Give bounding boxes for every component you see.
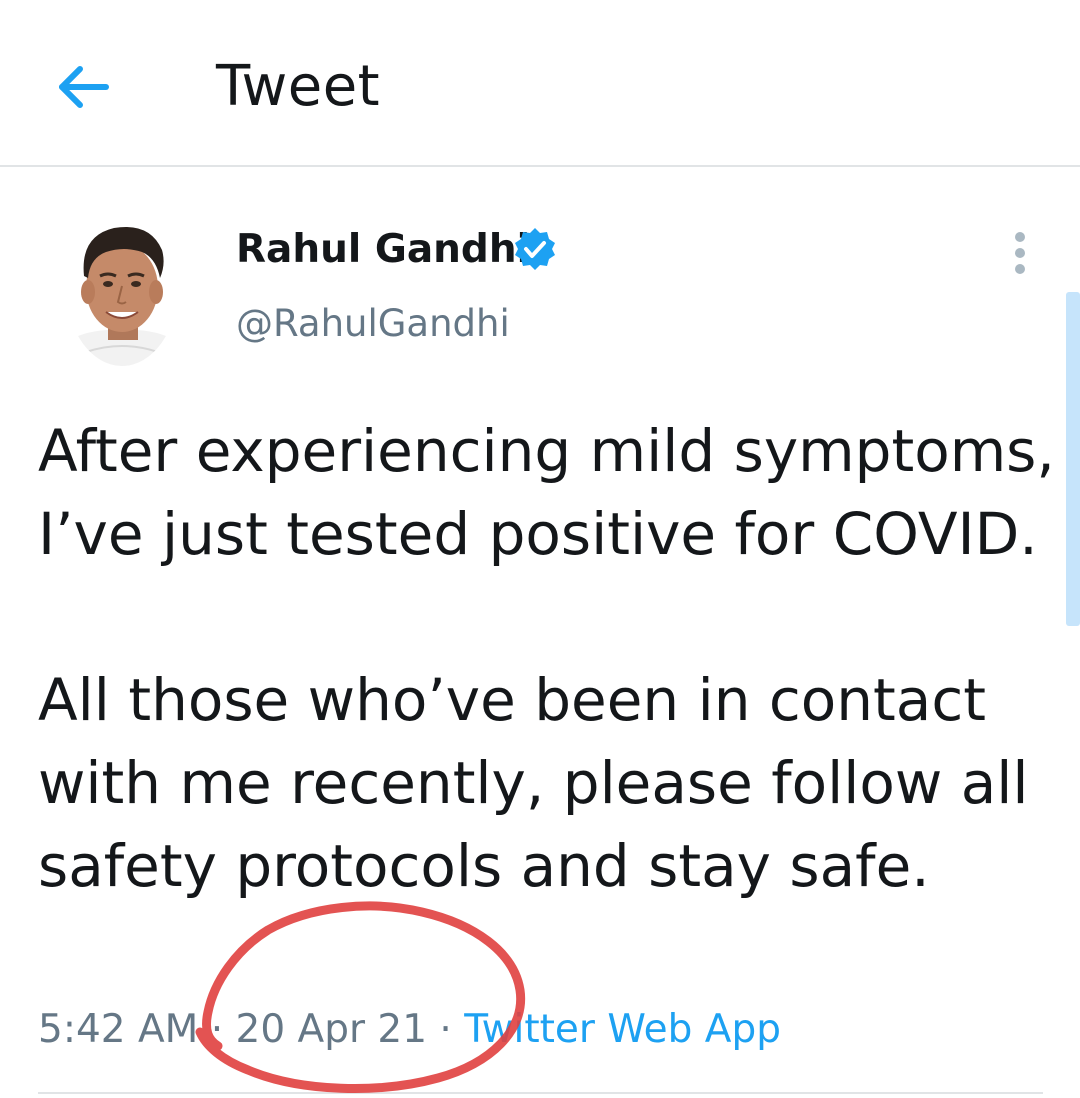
more-options-button[interactable] xyxy=(998,228,1042,280)
verified-badge-icon xyxy=(515,228,555,270)
author-name[interactable]: Rahul Gandhi xyxy=(236,224,530,276)
page-title: Tweet xyxy=(216,54,381,119)
divider xyxy=(38,1092,1043,1094)
header-bar: Tweet xyxy=(0,0,1080,167)
tweet-date: 20 Apr 21 xyxy=(235,1007,428,1052)
tweet-time: 5:42 AM xyxy=(38,1007,199,1052)
meta-separator: · xyxy=(427,1007,465,1052)
author-handle[interactable]: @RahulGandhi xyxy=(236,298,510,350)
meta-separator: · xyxy=(198,1007,236,1052)
back-button[interactable] xyxy=(52,56,114,118)
tweet-source-link[interactable]: Twitter Web App xyxy=(464,1007,781,1052)
arrow-left-icon xyxy=(59,66,109,108)
tweet-meta: 5:42 AM · 20 Apr 21 · Twitter Web App xyxy=(38,1004,781,1056)
more-vertical-icon xyxy=(1015,232,1025,274)
scrollbar[interactable] xyxy=(1066,292,1080,626)
tweet-text: After experiencing mild symptoms, I’ve j… xyxy=(38,417,1055,900)
avatar[interactable] xyxy=(64,206,180,368)
